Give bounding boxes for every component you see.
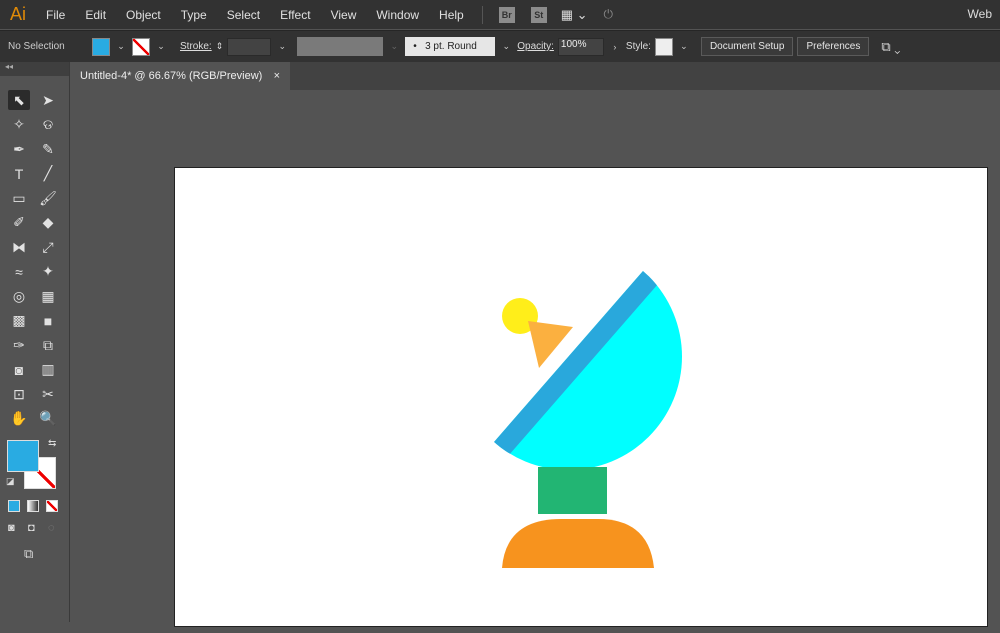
variable-width-profile[interactable]: [297, 37, 384, 56]
workspace-switcher[interactable]: Web: [968, 7, 992, 21]
menu-edit[interactable]: Edit: [75, 8, 116, 22]
column-graph-tool[interactable]: ▥: [37, 360, 59, 380]
fill-swatch[interactable]: [92, 37, 110, 56]
neck[interactable]: [538, 467, 607, 514]
color-mode-button[interactable]: [8, 500, 20, 512]
menu-file[interactable]: File: [36, 8, 75, 22]
selection-status: No Selection: [8, 41, 65, 52]
mesh-tool[interactable]: ▩: [8, 311, 30, 331]
chevron-down-icon[interactable]: ⌄: [677, 41, 691, 52]
gpu-performance-icon[interactable]: ⏻: [604, 7, 614, 22]
app-logo: Ai: [9, 4, 26, 24]
chevron-down-icon[interactable]: ⌄: [499, 41, 513, 52]
zoom-tool[interactable]: 🔍: [37, 409, 59, 429]
menu-object[interactable]: Object: [116, 8, 171, 22]
draw-normal-icon[interactable]: ◙: [8, 522, 15, 534]
gradient-mode-button[interactable]: [27, 500, 39, 512]
stroke-weight-stepper[interactable]: ⇕: [216, 41, 224, 52]
tab-document[interactable]: Untitled-4* @ 66.67% (RGB/Preview) ×: [70, 62, 290, 90]
chevron-down-icon[interactable]: ⌄: [154, 41, 168, 52]
chevron-down-icon[interactable]: ⌄: [275, 41, 289, 52]
artboard-tool[interactable]: ⊡: [8, 384, 30, 404]
tab-title: Untitled-4* @ 66.67% (RGB/Preview): [80, 70, 263, 82]
blend-tool[interactable]: ⧉: [37, 335, 59, 355]
selection-tool[interactable]: ⬉: [8, 90, 30, 110]
opacity-label: Opacity:: [517, 41, 554, 52]
rectangle-tool[interactable]: ▭: [8, 188, 30, 208]
eyedropper-tool[interactable]: ✑: [8, 335, 30, 355]
perspective-grid-tool[interactable]: ▦: [37, 286, 59, 306]
puppet-warp-tool[interactable]: ✦: [37, 262, 59, 282]
direct-selection-tool[interactable]: ➤: [37, 90, 59, 110]
symbol-sprayer-tool[interactable]: ◙: [8, 360, 30, 380]
chevron-right-icon[interactable]: ›: [608, 42, 622, 52]
stock-button[interactable]: St: [530, 6, 547, 23]
default-colors-icon[interactable]: ◪: [6, 476, 15, 487]
panel-collapse-handle[interactable]: ◂◂: [0, 62, 69, 76]
arrange-icon[interactable]: ⧉ ⌄: [881, 39, 900, 55]
brush-label: 3 pt. Round: [425, 41, 477, 52]
type-tool[interactable]: T: [8, 164, 30, 184]
menu-help[interactable]: Help: [429, 8, 474, 22]
eraser-tool[interactable]: ◆: [37, 213, 59, 233]
style-label: Style:: [625, 41, 651, 52]
stroke-weight-input[interactable]: [227, 37, 272, 56]
reflect-tool[interactable]: ⧓: [8, 237, 30, 257]
arrange-documents-icon[interactable]: ▦ ⌄: [561, 7, 588, 23]
divider: [481, 5, 483, 24]
paintbrush-tool[interactable]: 🖌: [37, 188, 59, 208]
warp-tool[interactable]: ≈: [8, 262, 30, 282]
fill-color-box[interactable]: [7, 440, 39, 472]
satellite-dish-illustration: [494, 271, 682, 568]
close-icon[interactable]: ×: [274, 70, 280, 82]
brush-definition[interactable]: • 3 pt. Round: [405, 37, 496, 56]
shaper-tool[interactable]: ✐: [8, 213, 30, 233]
scale-tool[interactable]: ⤢: [37, 237, 59, 257]
line-tool[interactable]: ╱: [37, 164, 59, 184]
slice-tool[interactable]: ✂: [37, 384, 59, 404]
artboard[interactable]: [174, 167, 988, 627]
menu-effect[interactable]: Effect: [270, 8, 320, 22]
document-tab-bar: Untitled-4* @ 66.67% (RGB/Preview) ×: [70, 62, 1000, 90]
preferences-button[interactable]: Preferences: [797, 37, 870, 56]
lasso-tool[interactable]: ଡ: [37, 115, 59, 135]
style-swatch[interactable]: [654, 37, 673, 56]
tools-panel: ◂◂ ⬉ ➤ ✧ ଡ ✒ ✎ T ╱ ▭ 🖌 ✐ ◆ ⧓ ⤢ ≈ ✦ ◎ ▦ ▩ ■ ✑ ⧉ ◙ ▥ ⊡ ✂ ✋ 🔍 ⇆ ◪ ◙ ◘ …: [0, 62, 70, 622]
document-setup-button[interactable]: Document Setup: [700, 37, 794, 56]
draw-inside-icon[interactable]: ◌: [48, 522, 55, 534]
chevron-down-icon[interactable]: ⌄: [114, 41, 128, 52]
draw-behind-icon[interactable]: ◘: [28, 522, 35, 534]
shape-builder-tool[interactable]: ◎: [8, 286, 30, 306]
screen-mode-icon[interactable]: ⧉: [24, 546, 33, 562]
magic-wand-tool[interactable]: ✧: [8, 115, 30, 135]
gradient-tool[interactable]: ■: [37, 311, 59, 331]
stroke-label: Stroke:: [180, 41, 212, 52]
pen-tool[interactable]: ✒: [8, 139, 30, 159]
control-bar: No Selection ⌄ ⌄ Stroke: ⇕ ⌄ ⌄ • 3 pt. R…: [0, 30, 1000, 62]
stroke-swatch[interactable]: [132, 37, 150, 56]
swap-fill-stroke-icon[interactable]: ⇆: [48, 438, 56, 449]
menu-window[interactable]: Window: [366, 8, 429, 22]
hand-tool[interactable]: ✋: [8, 409, 30, 429]
menu-bar: Ai File Edit Object Type Select Effect V…: [0, 0, 1000, 29]
menu-view[interactable]: View: [321, 8, 367, 22]
menu-type[interactable]: Type: [171, 8, 217, 22]
base[interactable]: [502, 519, 654, 568]
curvature-tool[interactable]: ✎: [37, 139, 59, 159]
opacity-input[interactable]: 100%: [557, 37, 604, 56]
menu-select[interactable]: Select: [217, 8, 270, 22]
chevron-down-icon: ⌄: [390, 41, 398, 51]
none-mode-button[interactable]: [46, 500, 58, 512]
bridge-button[interactable]: Br: [498, 6, 515, 23]
